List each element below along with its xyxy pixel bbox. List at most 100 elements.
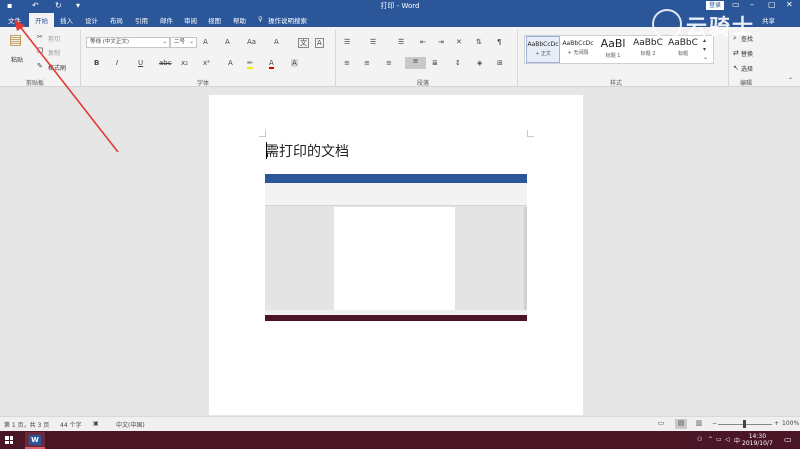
tab-view[interactable]: 视图 [208,15,221,25]
copy-button[interactable]: 复制 [48,48,60,57]
clear-format-icon[interactable]: A [274,38,279,46]
font-size-combo[interactable]: 二号 ⌄ [170,37,197,48]
read-mode-icon[interactable]: ▭ [655,419,667,429]
collapse-ribbon-icon[interactable]: ⌃ [788,77,793,85]
embedded-page [334,207,455,312]
word-count[interactable]: 44 个字 [60,420,82,429]
tab-home[interactable]: 开始 [29,13,54,27]
knight-logo-icon [652,9,682,39]
network-icon[interactable]: ▭ [716,436,722,443]
cut-button[interactable]: 剪切 [48,34,60,43]
underline-icon[interactable]: U [138,59,143,67]
copy-icon[interactable]: ❐ [37,47,43,55]
print-layout-icon[interactable]: ▤ [675,419,687,429]
zoom-out-icon[interactable]: − [712,420,717,427]
editing-group-label: 编辑 [740,80,753,87]
character-border-icon[interactable]: A [315,38,324,48]
page-count[interactable]: 第 1 页，共 3 页 [4,420,49,429]
tray-chevron-icon[interactable]: ⌃ [708,436,713,443]
shrink-font-icon[interactable]: A [225,38,230,46]
replace-button[interactable]: 替换 [741,49,753,58]
tab-insert[interactable]: 插入 [60,15,73,25]
cut-icon[interactable]: ✂ [37,33,43,41]
decrease-indent-icon[interactable]: ⇤ [420,38,426,46]
distributed-icon[interactable]: ≣ [432,59,438,67]
character-shading-icon[interactable]: A [291,59,298,67]
grow-font-icon[interactable]: A [203,38,208,46]
italic-icon[interactable]: I [116,59,118,67]
align-left-icon[interactable]: ≡ [344,59,350,67]
tab-mailings[interactable]: 邮件 [160,15,173,25]
tab-references[interactable]: 引用 [135,15,148,25]
embedded-screenshot-image[interactable] [265,174,527,321]
multilevel-list-icon[interactable]: ☰ [398,38,404,46]
chevron-down-icon: ⌄ [162,39,167,45]
align-right-icon[interactable]: ≡ [386,59,392,67]
tell-me-search[interactable]: 操作说明搜索 [268,15,307,25]
bold-icon[interactable]: B [94,59,99,67]
style-name: 标题 1 [605,53,621,59]
increase-indent-icon[interactable]: ⇥ [438,38,444,46]
tab-review[interactable]: 审阅 [184,15,197,25]
highlight-icon[interactable]: ✏ [247,59,253,69]
word-taskbar-button[interactable]: W [25,432,45,449]
bullets-icon[interactable]: ☰ [344,38,350,46]
lightbulb-icon: ♀ [258,15,263,23]
style-preview: AaBbCcDc [527,41,559,48]
tab-layout[interactable]: 布局 [110,15,123,25]
embedded-taskbar [265,315,527,321]
line-spacing-icon[interactable]: ↕ [455,59,461,67]
strikethrough-icon[interactable]: abc [159,59,172,67]
style-normal[interactable]: AaBbCcDc + 正文 [526,36,560,63]
clipboard-group-label: 剪贴板 [26,80,45,87]
paste-icon[interactable]: ▤ [9,33,22,47]
align-center-icon[interactable]: ≡ [364,59,370,67]
clock[interactable]: 14:30 2019/10/7 [742,433,773,447]
format-painter-button[interactable]: 格式刷 [48,63,66,72]
styles-more-icon[interactable]: ⌄ [703,54,708,62]
superscript-icon[interactable]: x² [203,59,210,67]
borders-icon[interactable]: ⊞ [497,59,503,67]
volume-icon[interactable]: ◁ [725,436,730,443]
justify-icon[interactable]: ≡ [405,57,426,69]
style-preview: AaBbCcDc [562,40,594,47]
sort-icon[interactable]: ⇅ [476,38,482,46]
paste-button[interactable]: 粘贴 [11,55,23,64]
text-cursor [266,142,267,159]
zoom-level[interactable]: 100% [782,420,799,427]
word-icon: W [29,435,41,445]
format-painter-icon[interactable]: ✎ [37,62,43,70]
ime-indicator[interactable]: 中 [734,436,740,445]
paragraph-group-label: 段落 [417,80,430,87]
replace-icon[interactable]: ⇄ [733,49,739,57]
proofing-icon[interactable]: ▣ [93,420,99,427]
zoom-in-icon[interactable]: + [774,420,779,427]
style-no-spacing[interactable]: AaBbCcDc + 无间隔 [561,36,595,63]
subscript-icon[interactable]: x₂ [181,59,188,67]
shading-icon[interactable]: ◈ [477,59,482,67]
font-color-icon[interactable]: A [269,59,274,69]
change-case-icon[interactable]: Aa [247,38,256,46]
people-icon[interactable]: ⚇ [697,436,702,443]
select-button[interactable]: 选择 [741,64,753,73]
document-text[interactable]: 需打印的文档 [265,141,349,161]
zoom-slider-thumb[interactable] [743,420,746,428]
language-indicator[interactable]: 中文(中国) [116,420,145,429]
select-icon[interactable]: ↖ [733,64,739,72]
numbering-icon[interactable]: ☰ [370,38,376,46]
styles-group-label: 样式 [610,80,623,87]
show-marks-icon[interactable]: ¶ [497,38,501,46]
style-heading-1[interactable]: AaBl 标题 1 [596,36,630,63]
tab-file[interactable]: 文件 [8,15,21,25]
windows-start-icon[interactable] [5,436,13,444]
web-layout-icon[interactable]: ▥ [693,419,705,429]
text-effects-icon[interactable]: A [228,59,233,67]
font-name-combo[interactable]: 等线 (中文正文) ⌄ [86,37,170,48]
styles-scroll-down-icon[interactable]: ▾ [703,46,706,54]
phonetic-guide-icon[interactable]: 文 [298,38,309,48]
chinese-layout-icon[interactable]: ✕ [456,38,462,46]
watermark-logo: 云骑士 [652,6,792,46]
tab-design[interactable]: 设计 [85,15,98,25]
action-center-icon[interactable]: ▭ [784,435,792,444]
tab-help[interactable]: 帮助 [233,15,246,25]
